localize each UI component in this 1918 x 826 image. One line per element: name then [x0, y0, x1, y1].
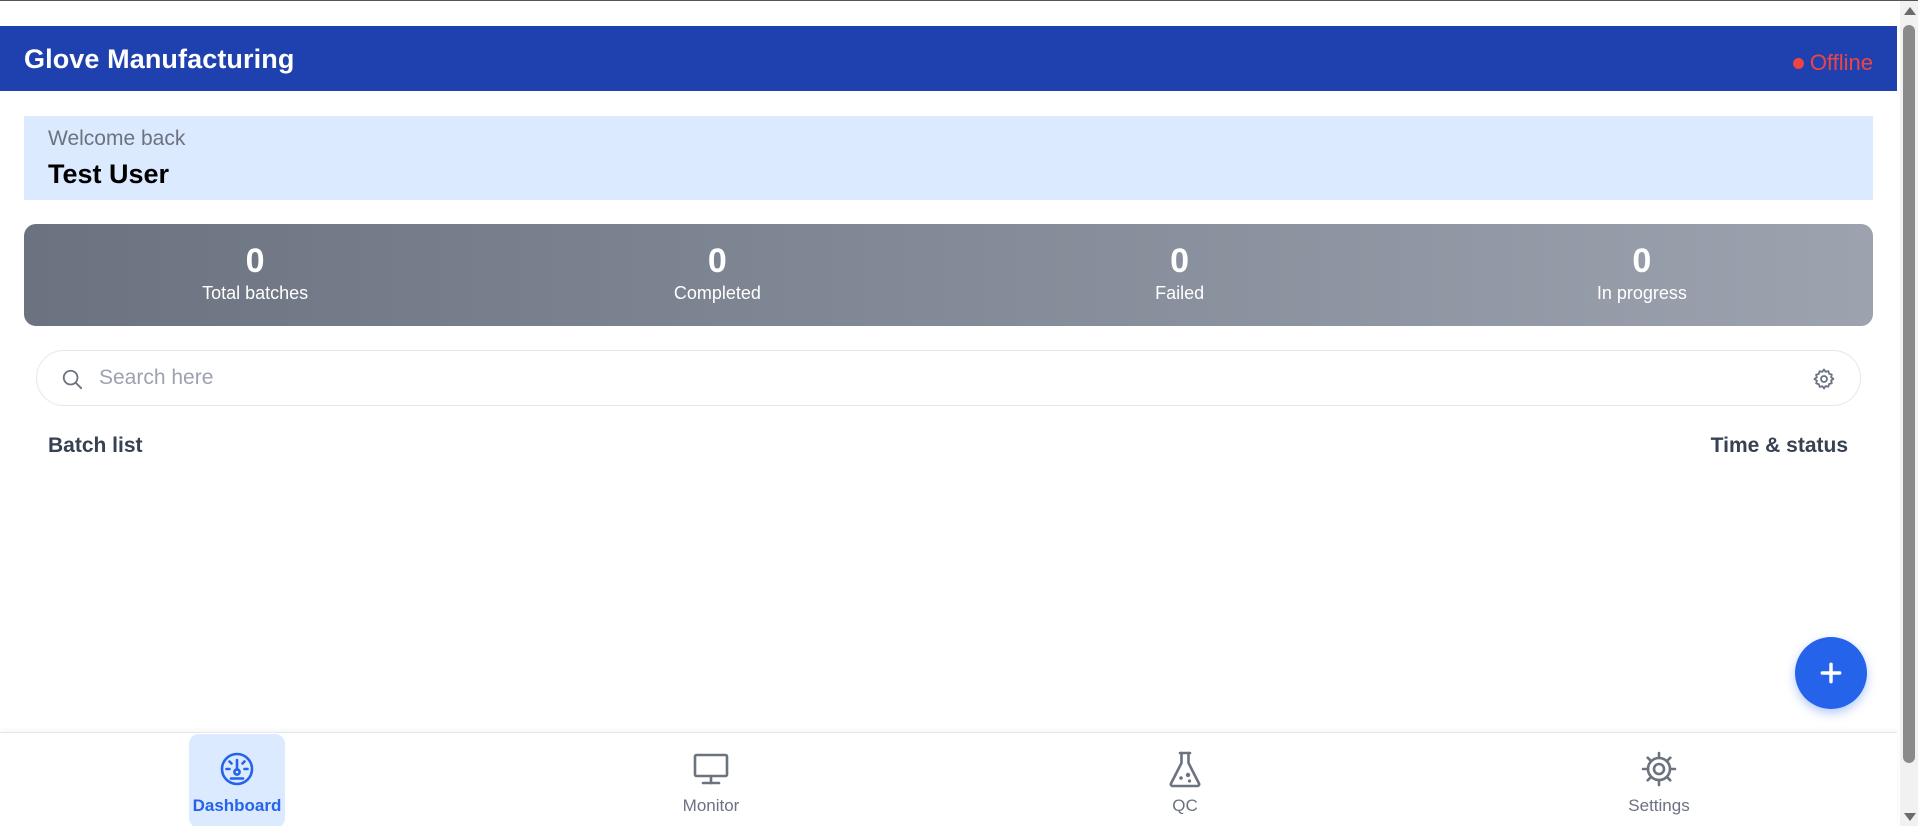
connection-status: Offline: [1792, 50, 1873, 76]
search-bar: [36, 350, 1861, 406]
status-dot-icon: [1792, 57, 1804, 69]
add-batch-button[interactable]: [1795, 637, 1867, 709]
page-scrollbar[interactable]: [1900, 1, 1918, 826]
stat-failed: 0 Failed: [949, 224, 1411, 326]
stat-label: Failed: [1155, 283, 1205, 303]
gear-icon: [1641, 751, 1677, 787]
stat-label: In progress: [1596, 283, 1687, 303]
time-status-heading: Time & status: [1710, 434, 1848, 457]
app-title: Glove Manufacturing: [24, 44, 295, 74]
scroll-thumb[interactable]: [1903, 25, 1915, 763]
nav-label: Settings: [1628, 796, 1690, 815]
welcome-user-name: Test User: [48, 159, 170, 189]
scroll-down-arrow-icon[interactable]: [1904, 813, 1916, 821]
nav-item-dashboard[interactable]: Dashboard: [189, 734, 285, 826]
welcome-greeting: Welcome back: [48, 127, 186, 150]
stat-value: 0: [707, 242, 727, 280]
monitor-icon: [693, 753, 729, 785]
dashboard-gauge-icon: [220, 752, 254, 786]
bottom-navigation: Dashboard Monitor QC Settings: [0, 732, 1897, 826]
nav-item-qc[interactable]: QC: [1137, 734, 1233, 826]
app-header: Glove Manufacturing Offline: [0, 26, 1897, 91]
nav-label: QC: [1172, 796, 1198, 815]
stat-value: 0: [1170, 242, 1190, 280]
nav-label: Dashboard: [192, 796, 282, 815]
welcome-banner: Welcome back Test User: [24, 116, 1873, 200]
search-settings-gear-icon[interactable]: [1812, 367, 1836, 391]
search-input[interactable]: [97, 361, 1777, 395]
app-viewport: Glove Manufacturing Offline Welcome back…: [0, 0, 1918, 826]
flask-icon: [1169, 751, 1201, 788]
stats-summary: 0 Total batches 0 Completed 0 Failed 0 I…: [24, 224, 1873, 326]
nav-item-settings[interactable]: Settings: [1611, 734, 1707, 826]
stat-label: Total batches: [202, 283, 309, 303]
status-label: Offline: [1809, 50, 1873, 75]
search-icon: [62, 369, 83, 390]
nav-label: Monitor: [682, 796, 740, 815]
stat-value: 0: [1632, 242, 1652, 280]
scroll-up-arrow-icon[interactable]: [1904, 7, 1916, 15]
batch-list-heading: Batch list: [48, 434, 143, 457]
stat-completed: 0 Completed: [486, 224, 948, 326]
nav-item-monitor[interactable]: Monitor: [663, 734, 759, 826]
stat-value: 0: [245, 242, 265, 280]
stat-in-progress: 0 In progress: [1411, 224, 1873, 326]
stat-total-batches: 0 Total batches: [24, 224, 486, 326]
plus-icon: [1820, 662, 1842, 684]
stat-label: Completed: [673, 283, 761, 303]
